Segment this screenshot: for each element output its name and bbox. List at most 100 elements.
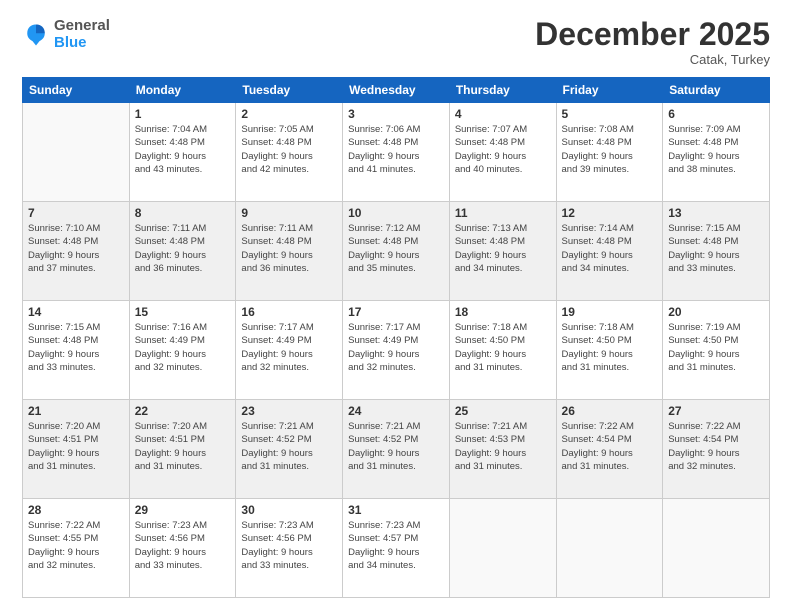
cell-info: Sunrise: 7:19 AMSunset: 4:50 PMDaylight:… — [668, 321, 764, 374]
calendar-table: Sunday Monday Tuesday Wednesday Thursday… — [22, 77, 770, 598]
cell-info: Sunrise: 7:11 AMSunset: 4:48 PMDaylight:… — [135, 222, 231, 275]
table-row: 27 Sunrise: 7:22 AMSunset: 4:54 PMDayligh… — [663, 400, 770, 499]
table-row: 20Sunrise: 7:19 AMSunset: 4:50 PMDayligh… — [663, 301, 770, 400]
col-sunday: Sunday — [23, 78, 130, 103]
table-row — [23, 103, 130, 202]
table-row — [556, 499, 663, 598]
cell-info: Sunrise: 7:16 AMSunset: 4:49 PMDaylight:… — [135, 321, 231, 374]
cell-info: Sunrise: 7:04 AMSunset: 4:48 PMDaylight:… — [135, 123, 231, 176]
logo: General Blue — [22, 18, 110, 51]
day-number: 8 — [135, 206, 231, 220]
day-number: 23 — [241, 404, 337, 418]
logo-general: General — [54, 18, 110, 35]
cell-info: Sunrise: 7:20 AMSunset: 4:51 PMDaylight:… — [135, 420, 231, 473]
day-number: 18 — [455, 305, 551, 319]
cell-info: Sunrise: 7:23 AMSunset: 4:57 PMDaylight:… — [348, 519, 444, 572]
day-number: 28 — [28, 503, 124, 517]
day-number: 15 — [135, 305, 231, 319]
page: General Blue December 2025 Catak, Turkey… — [0, 0, 792, 612]
table-row: 21Sunrise: 7:20 AMSunset: 4:51 PMDayligh… — [23, 400, 130, 499]
day-number: 7 — [28, 206, 124, 220]
month-title: December 2025 — [535, 18, 770, 50]
logo-icon — [22, 21, 50, 49]
cell-info: Sunrise: 7:23 AMSunset: 4:56 PMDaylight:… — [135, 519, 231, 572]
cell-info: Sunrise: 7:14 AMSunset: 4:48 PMDaylight:… — [562, 222, 658, 275]
calendar-week-row: 21 Sunrise: 7:20 AMSunset: 4:51 PMDayligh… — [23, 400, 770, 499]
table-row: 8 Sunrise: 7:11 AMSunset: 4:48 PMDaylight… — [129, 202, 236, 301]
calendar-week-row: 14 Sunrise: 7:15 AMSunset: 4:48 PMDayligh… — [23, 301, 770, 400]
day-number: 11 — [455, 206, 551, 220]
day-number: 31 — [348, 503, 444, 517]
cell-info: Sunrise: 7:11 AMSunset: 4:48 PMDaylight:… — [241, 222, 337, 275]
table-row — [449, 499, 556, 598]
col-wednesday: Wednesday — [343, 78, 450, 103]
table-row: 11 Sunrise: 7:13 AMSunset: 4:48 PMDayligh… — [449, 202, 556, 301]
day-number: 29 — [135, 503, 231, 517]
table-row: 23 Sunrise: 7:21 AMSunset: 4:52 PMDayligh… — [236, 400, 343, 499]
cell-info: Sunrise: 7:18 AMSunset: 4:50 PMDaylight:… — [562, 321, 658, 374]
cell-info: Sunrise: 7:10 AMSunset: 4:48 PMDaylight:… — [28, 222, 124, 275]
table-row: 28Sunrise: 7:22 AMSunset: 4:55 PMDayligh… — [23, 499, 130, 598]
cell-info: Sunrise: 7:21 AMSunset: 4:52 PMDaylight:… — [241, 420, 337, 473]
table-row: 6 Sunrise: 7:09 AMSunset: 4:48 PMDaylight… — [663, 103, 770, 202]
location: Catak, Turkey — [535, 52, 770, 67]
table-row: 24Sunrise: 7:21 AMSunset: 4:52 PMDayligh… — [343, 400, 450, 499]
day-number: 9 — [241, 206, 337, 220]
day-number: 3 — [348, 107, 444, 121]
table-row: 3 Sunrise: 7:06 AMSunset: 4:48 PMDaylight… — [343, 103, 450, 202]
day-number: 26 — [562, 404, 658, 418]
day-number: 21 — [28, 404, 124, 418]
cell-info: Sunrise: 7:12 AMSunset: 4:48 PMDaylight:… — [348, 222, 444, 275]
table-row: 31 Sunrise: 7:23 AMSunset: 4:57 PMDayligh… — [343, 499, 450, 598]
table-row: 4Sunrise: 7:07 AMSunset: 4:48 PMDaylight… — [449, 103, 556, 202]
cell-info: Sunrise: 7:23 AMSunset: 4:56 PMDaylight:… — [241, 519, 337, 572]
table-row: 10 Sunrise: 7:12 AMSunset: 4:48 PMDayligh… — [343, 202, 450, 301]
table-row: 29 Sunrise: 7:23 AMSunset: 4:56 PMDayligh… — [129, 499, 236, 598]
table-row: 22 Sunrise: 7:20 AMSunset: 4:51 PMDayligh… — [129, 400, 236, 499]
cell-info: Sunrise: 7:13 AMSunset: 4:48 PMDaylight:… — [455, 222, 551, 275]
table-row: 15 Sunrise: 7:16 AMSunset: 4:49 PMDayligh… — [129, 301, 236, 400]
day-number: 19 — [562, 305, 658, 319]
table-row: 2 Sunrise: 7:05 AMSunset: 4:48 PMDaylight… — [236, 103, 343, 202]
day-number: 30 — [241, 503, 337, 517]
table-row: 13 Sunrise: 7:15 AMSunset: 4:48 PMDayligh… — [663, 202, 770, 301]
table-row: 25 Sunrise: 7:21 AMSunset: 4:53 PMDayligh… — [449, 400, 556, 499]
day-number: 2 — [241, 107, 337, 121]
day-number: 27 — [668, 404, 764, 418]
table-row: 17 Sunrise: 7:17 AMSunset: 4:49 PMDayligh… — [343, 301, 450, 400]
cell-info: Sunrise: 7:15 AMSunset: 4:48 PMDaylight:… — [668, 222, 764, 275]
cell-info: Sunrise: 7:21 AMSunset: 4:53 PMDaylight:… — [455, 420, 551, 473]
table-row — [663, 499, 770, 598]
cell-info: Sunrise: 7:06 AMSunset: 4:48 PMDaylight:… — [348, 123, 444, 176]
table-row: 16 Sunrise: 7:17 AMSunset: 4:49 PMDayligh… — [236, 301, 343, 400]
day-number: 5 — [562, 107, 658, 121]
col-monday: Monday — [129, 78, 236, 103]
day-number: 13 — [668, 206, 764, 220]
cell-info: Sunrise: 7:15 AMSunset: 4:48 PMDaylight:… — [28, 321, 124, 374]
cell-info: Sunrise: 7:17 AMSunset: 4:49 PMDaylight:… — [241, 321, 337, 374]
day-number: 16 — [241, 305, 337, 319]
cell-info: Sunrise: 7:09 AMSunset: 4:48 PMDaylight:… — [668, 123, 764, 176]
cell-info: Sunrise: 7:17 AMSunset: 4:49 PMDaylight:… — [348, 321, 444, 374]
table-row: 5Sunrise: 7:08 AMSunset: 4:48 PMDaylight… — [556, 103, 663, 202]
day-number: 25 — [455, 404, 551, 418]
day-number: 6 — [668, 107, 764, 121]
table-row: 12Sunrise: 7:14 AMSunset: 4:48 PMDayligh… — [556, 202, 663, 301]
day-number: 1 — [135, 107, 231, 121]
table-row: 26Sunrise: 7:22 AMSunset: 4:54 PMDayligh… — [556, 400, 663, 499]
header: General Blue December 2025 Catak, Turkey — [22, 18, 770, 67]
cell-info: Sunrise: 7:05 AMSunset: 4:48 PMDaylight:… — [241, 123, 337, 176]
table-row: 14 Sunrise: 7:15 AMSunset: 4:48 PMDayligh… — [23, 301, 130, 400]
cell-info: Sunrise: 7:22 AMSunset: 4:54 PMDaylight:… — [668, 420, 764, 473]
day-number: 22 — [135, 404, 231, 418]
day-number: 17 — [348, 305, 444, 319]
col-friday: Friday — [556, 78, 663, 103]
day-number: 14 — [28, 305, 124, 319]
day-number: 4 — [455, 107, 551, 121]
calendar-week-row: 7 Sunrise: 7:10 AMSunset: 4:48 PMDaylight… — [23, 202, 770, 301]
calendar-week-row: 28Sunrise: 7:22 AMSunset: 4:55 PMDayligh… — [23, 499, 770, 598]
day-number: 10 — [348, 206, 444, 220]
logo-text: General Blue — [54, 18, 110, 51]
table-row: 9 Sunrise: 7:11 AMSunset: 4:48 PMDaylight… — [236, 202, 343, 301]
table-row: 1 Sunrise: 7:04 AMSunset: 4:48 PMDaylight… — [129, 103, 236, 202]
